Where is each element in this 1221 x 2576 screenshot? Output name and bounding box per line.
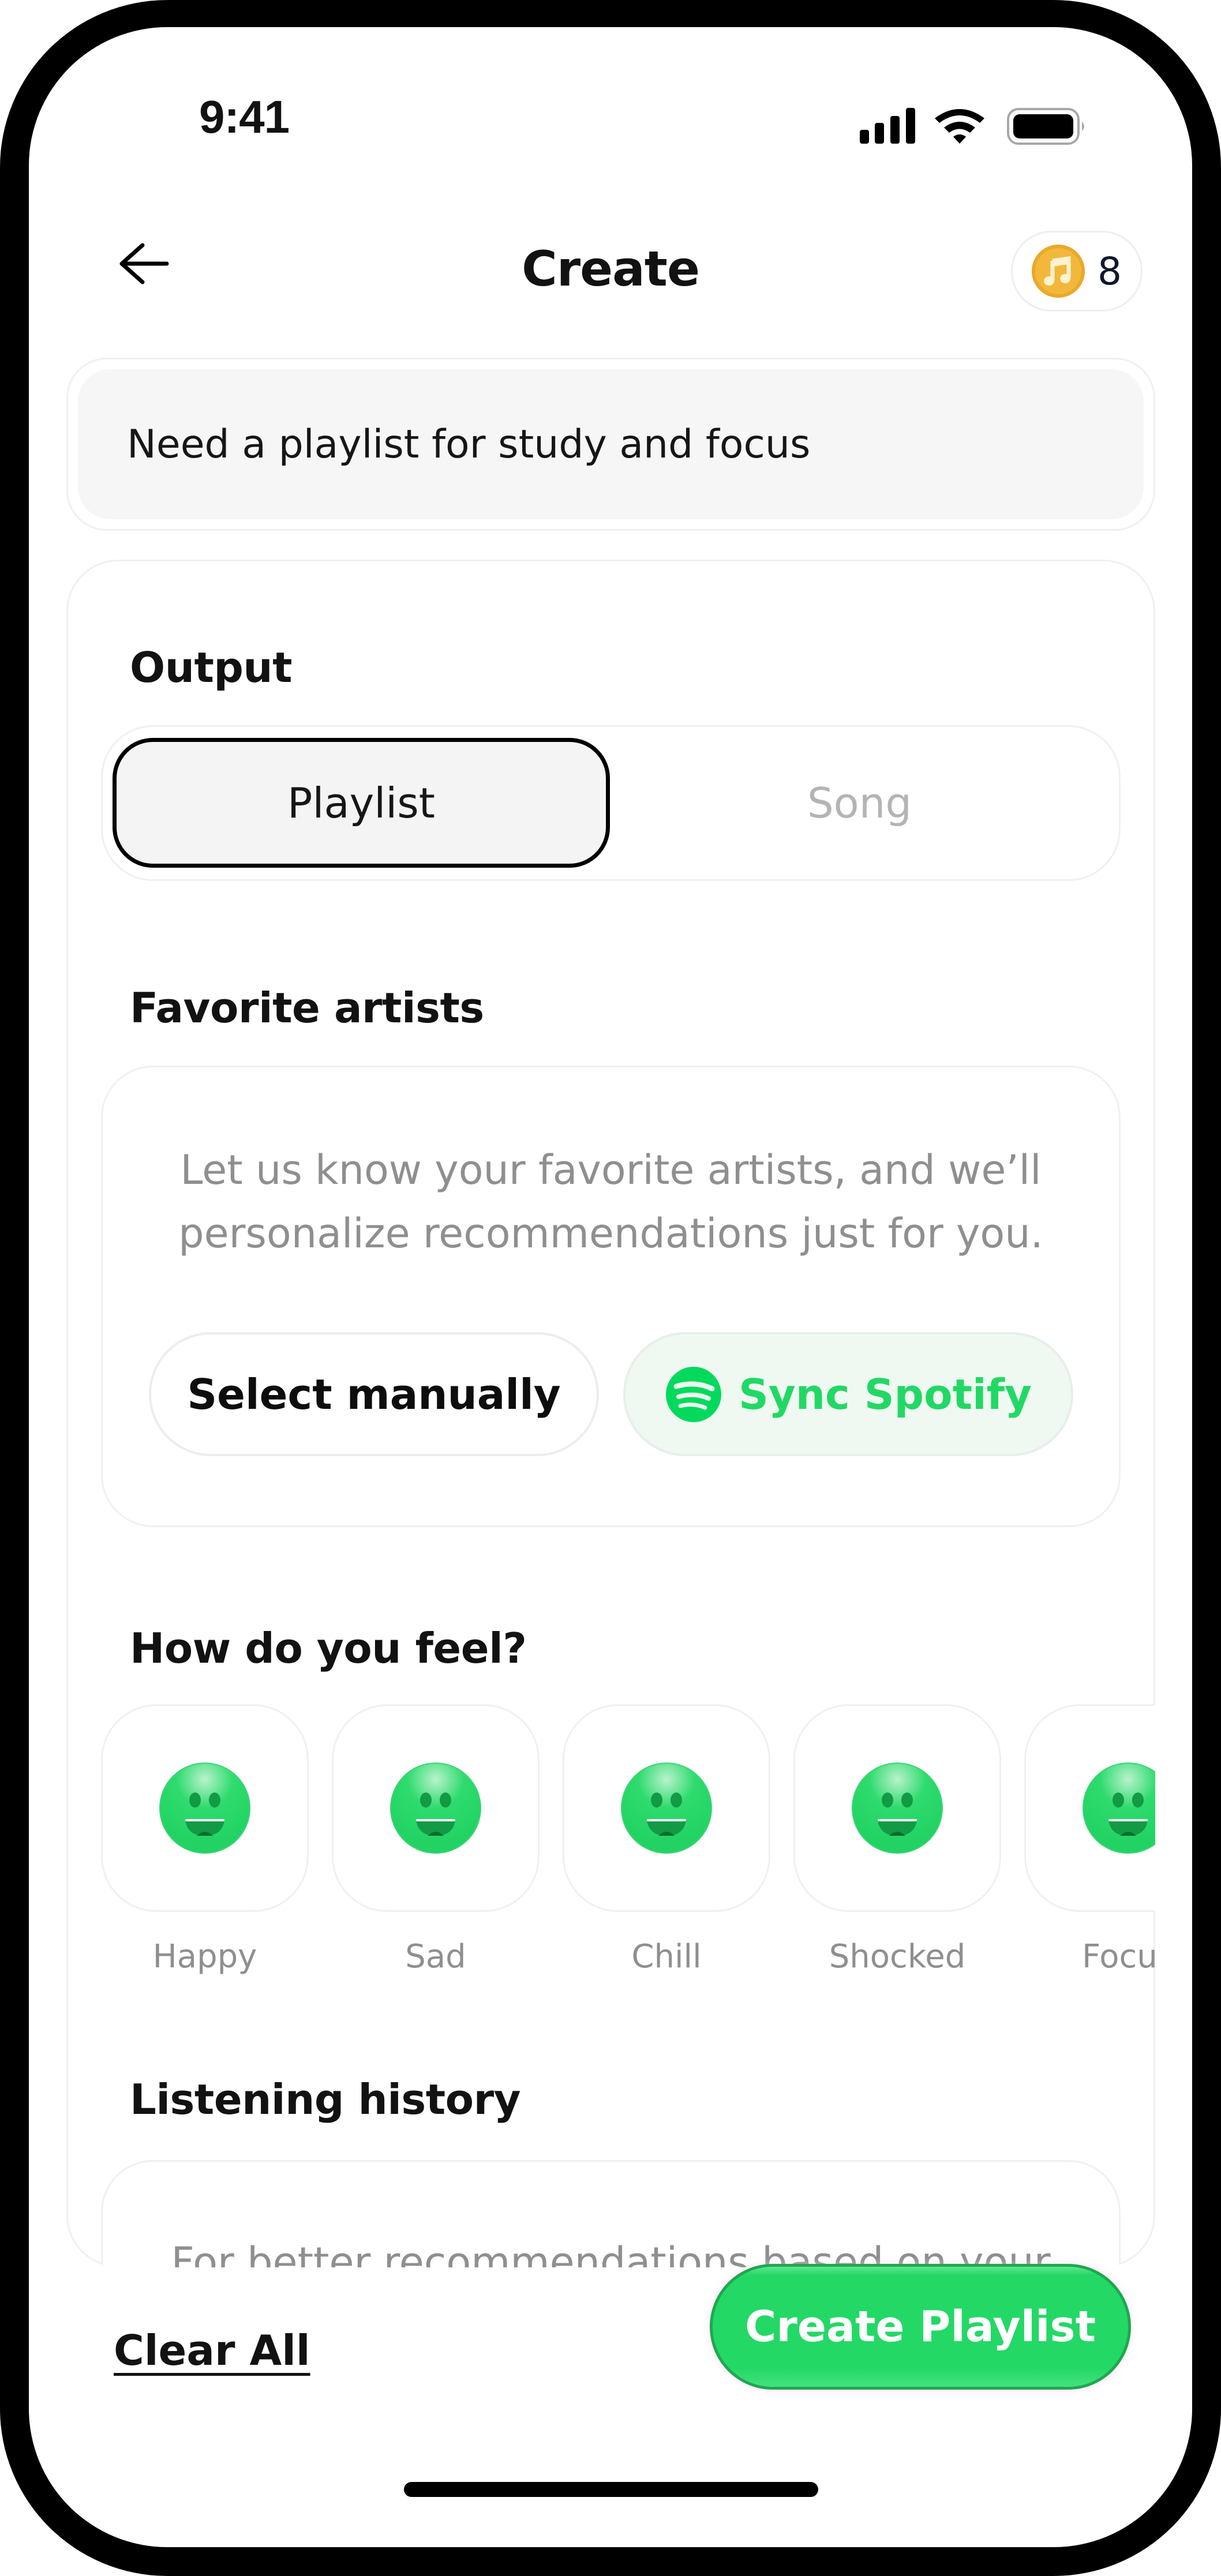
mood-list[interactable]: Happy Sad Chill Shocked Focu — [101, 1704, 1155, 1975]
mood-card[interactable] — [332, 1704, 540, 1912]
mood-option-happy[interactable]: Happy — [101, 1704, 309, 1975]
feel-label: How do you feel? — [130, 1624, 527, 1673]
phone-frame: 9:41 Create 8 Need a playlist for study … — [0, 0, 1221, 2576]
listening-history-label: Listening history — [130, 2075, 521, 2124]
smiley-face-icon — [621, 1763, 712, 1854]
favorite-artists-description: Let us know your favorite artists, and w… — [101, 1138, 1121, 1265]
mood-card[interactable] — [101, 1704, 309, 1912]
output-option-playlist[interactable]: Playlist — [113, 738, 610, 868]
mood-card[interactable] — [793, 1704, 1001, 1912]
clear-all-link[interactable]: Clear All — [114, 2326, 310, 2375]
favorite-artists-label: Favorite artists — [130, 984, 484, 1032]
status-time: 9:41 — [199, 91, 290, 143]
sync-spotify-button[interactable]: Sync Spotify — [623, 1332, 1073, 1456]
mood-option-chill[interactable]: Chill — [563, 1704, 770, 1975]
mood-label: Sad — [405, 1938, 466, 1975]
favorite-artists-card — [101, 1066, 1121, 1527]
mood-option-focus[interactable]: Focus — [1024, 1704, 1155, 1975]
mood-option-sad[interactable]: Sad — [332, 1704, 540, 1975]
smiley-face-icon — [390, 1763, 481, 1854]
screen: 9:41 Create 8 Need a playlist for study … — [29, 27, 1192, 2547]
cellular-signal-icon — [860, 108, 915, 144]
prompt-input[interactable]: Need a playlist for study and focus — [78, 369, 1144, 519]
mood-card[interactable] — [1024, 1704, 1155, 1912]
smiley-face-icon — [852, 1763, 943, 1854]
mood-label: Chill — [631, 1938, 702, 1975]
status-icons — [860, 102, 1125, 148]
mood-label: Shocked — [829, 1938, 966, 1975]
mood-option-shocked[interactable]: Shocked — [793, 1704, 1001, 1975]
credits-badge[interactable]: 8 — [1011, 231, 1143, 312]
home-indicator — [404, 2482, 818, 2497]
options-scroll-area[interactable]: Output Playlist Song Favorite artists Le… — [66, 560, 1155, 2267]
credits-count: 8 — [1098, 249, 1122, 294]
battery-icon — [1007, 108, 1084, 145]
listening-history-description: For better recommendations based on your — [171, 2238, 1051, 2267]
output-option-song[interactable]: Song — [610, 738, 1109, 868]
music-note-coin-icon — [1032, 245, 1085, 298]
sync-spotify-label: Sync Spotify — [738, 1370, 1032, 1419]
description-line: Let us know your favorite artists, and w… — [180, 1146, 1042, 1194]
spotify-logo-icon — [665, 1366, 721, 1422]
description-line: personalize recommendations just for you… — [178, 1210, 1043, 1257]
wifi-icon — [935, 109, 984, 144]
mood-card[interactable] — [563, 1704, 770, 1912]
select-manually-button[interactable]: Select manually — [149, 1332, 599, 1456]
create-playlist-label: Create Playlist — [745, 2302, 1096, 2352]
select-manually-label: Select manually — [187, 1370, 561, 1419]
mood-label: Happy — [152, 1938, 257, 1975]
smiley-face-icon — [159, 1763, 250, 1854]
mood-label: Focus — [1082, 1938, 1155, 1975]
create-playlist-button[interactable]: Create Playlist — [710, 2264, 1131, 2390]
smiley-face-icon — [1083, 1763, 1155, 1854]
output-label: Output — [130, 643, 293, 692]
